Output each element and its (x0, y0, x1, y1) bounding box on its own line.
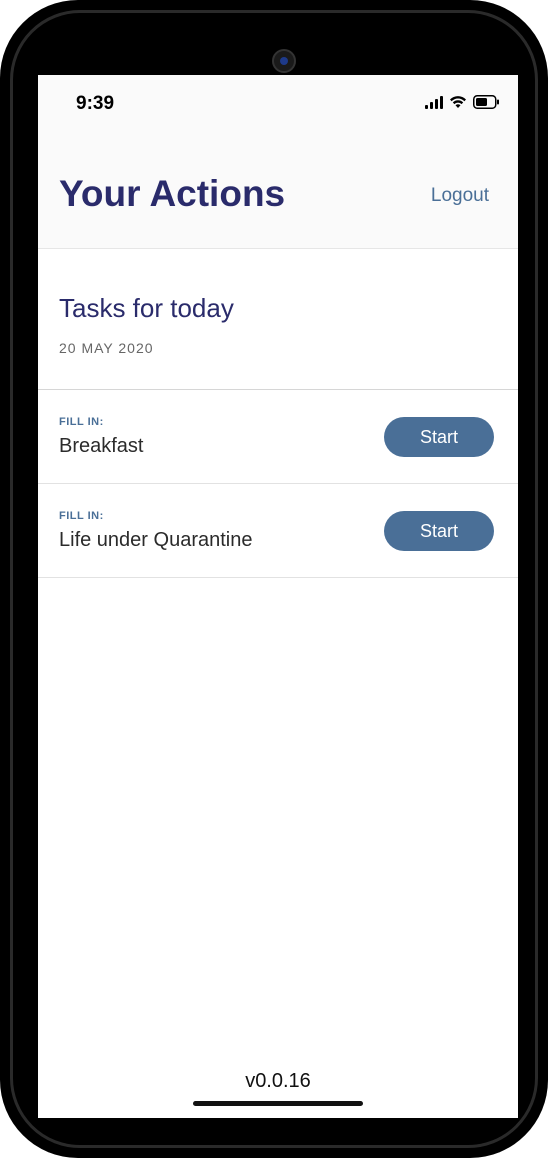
status-icons (425, 95, 500, 109)
page-title: Your Actions (59, 173, 286, 214)
start-button-life-under-quarantine[interactable]: Start (384, 511, 494, 551)
battery-icon (473, 95, 500, 109)
status-time: 9:39 (76, 93, 115, 114)
app-screen: 9:39 Your Actions Logout Tasks for today… (38, 75, 518, 1118)
section-title: Tasks for today (59, 293, 234, 323)
task-name: Life under Quarantine (59, 529, 253, 551)
task-kicker: FILL IN: (59, 510, 104, 522)
start-button-breakfast[interactable]: Start (384, 417, 494, 457)
phone-frame: 9:39 Your Actions Logout Tasks for today… (0, 0, 548, 1158)
app-header: Your Actions Logout (38, 135, 518, 249)
status-bar: 9:39 (38, 75, 518, 135)
wifi-icon (449, 95, 467, 109)
task-list: FILL IN: Breakfast Start FILL IN: Life u… (38, 390, 518, 578)
signal-icon (425, 95, 443, 109)
front-camera (272, 49, 296, 73)
tasks-section-header: Tasks for today 20 MAY 2020 (38, 249, 518, 390)
task-name: Breakfast (59, 435, 144, 457)
task-row-life-under-quarantine: FILL IN: Life under Quarantine Start (38, 484, 518, 578)
section-date: 20 MAY 2020 (59, 340, 154, 356)
task-row-breakfast: FILL IN: Breakfast Start (38, 390, 518, 484)
task-kicker: FILL IN: (59, 416, 104, 428)
home-indicator[interactable] (193, 1101, 363, 1106)
logout-button[interactable]: Logout (431, 185, 489, 207)
version-label: v0.0.16 (245, 1070, 311, 1092)
